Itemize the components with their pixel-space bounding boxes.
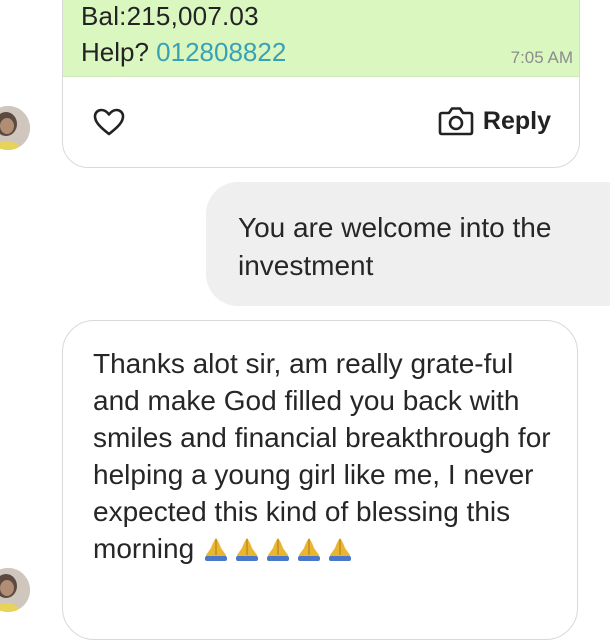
praying-hands-icon [236, 538, 259, 561]
sms-preview: Bal:215,007.03 Help? 012808822 7:05 AM [63, 0, 579, 77]
reply-button[interactable]: Reply [437, 102, 551, 140]
message-text: Thanks alot sir, am really grate-ful and… [93, 348, 551, 564]
camera-icon [438, 107, 474, 136]
incoming-message-bubble[interactable]: Thanks alot sir, am really grate-ful and… [62, 320, 578, 640]
card-actions: Reply [63, 76, 579, 167]
heart-outline-icon [93, 108, 125, 136]
sms-timestamp: 7:05 AM [510, 48, 573, 67]
reply-label: Reply [482, 106, 551, 135]
shared-message-card[interactable]: Bal:215,007.03 Help? 012808822 7:05 AM R… [62, 0, 580, 168]
sms-balance-text: Bal:215,007.03 [81, 1, 259, 31]
outgoing-message-bubble[interactable]: You are welcome into the investment [206, 182, 610, 306]
emoji-row [202, 536, 354, 562]
praying-hands-icon [329, 538, 352, 561]
avatar[interactable] [0, 568, 30, 612]
sms-help-phone[interactable]: 012808822 [156, 37, 286, 67]
praying-hands-icon [205, 538, 228, 561]
message-text: You are welcome into the investment [238, 212, 552, 281]
praying-hands-icon [298, 538, 321, 561]
sms-help-label: Help? [81, 37, 157, 67]
sms-help-line: Help? 012808822 [81, 37, 286, 68]
like-button[interactable] [89, 104, 129, 140]
message-text-container: Thanks alot sir, am really grate-ful and… [93, 345, 553, 567]
avatar-photo [0, 106, 30, 150]
praying-hands-icon [267, 538, 290, 561]
avatar-photo [0, 568, 30, 612]
avatar[interactable] [0, 106, 30, 150]
